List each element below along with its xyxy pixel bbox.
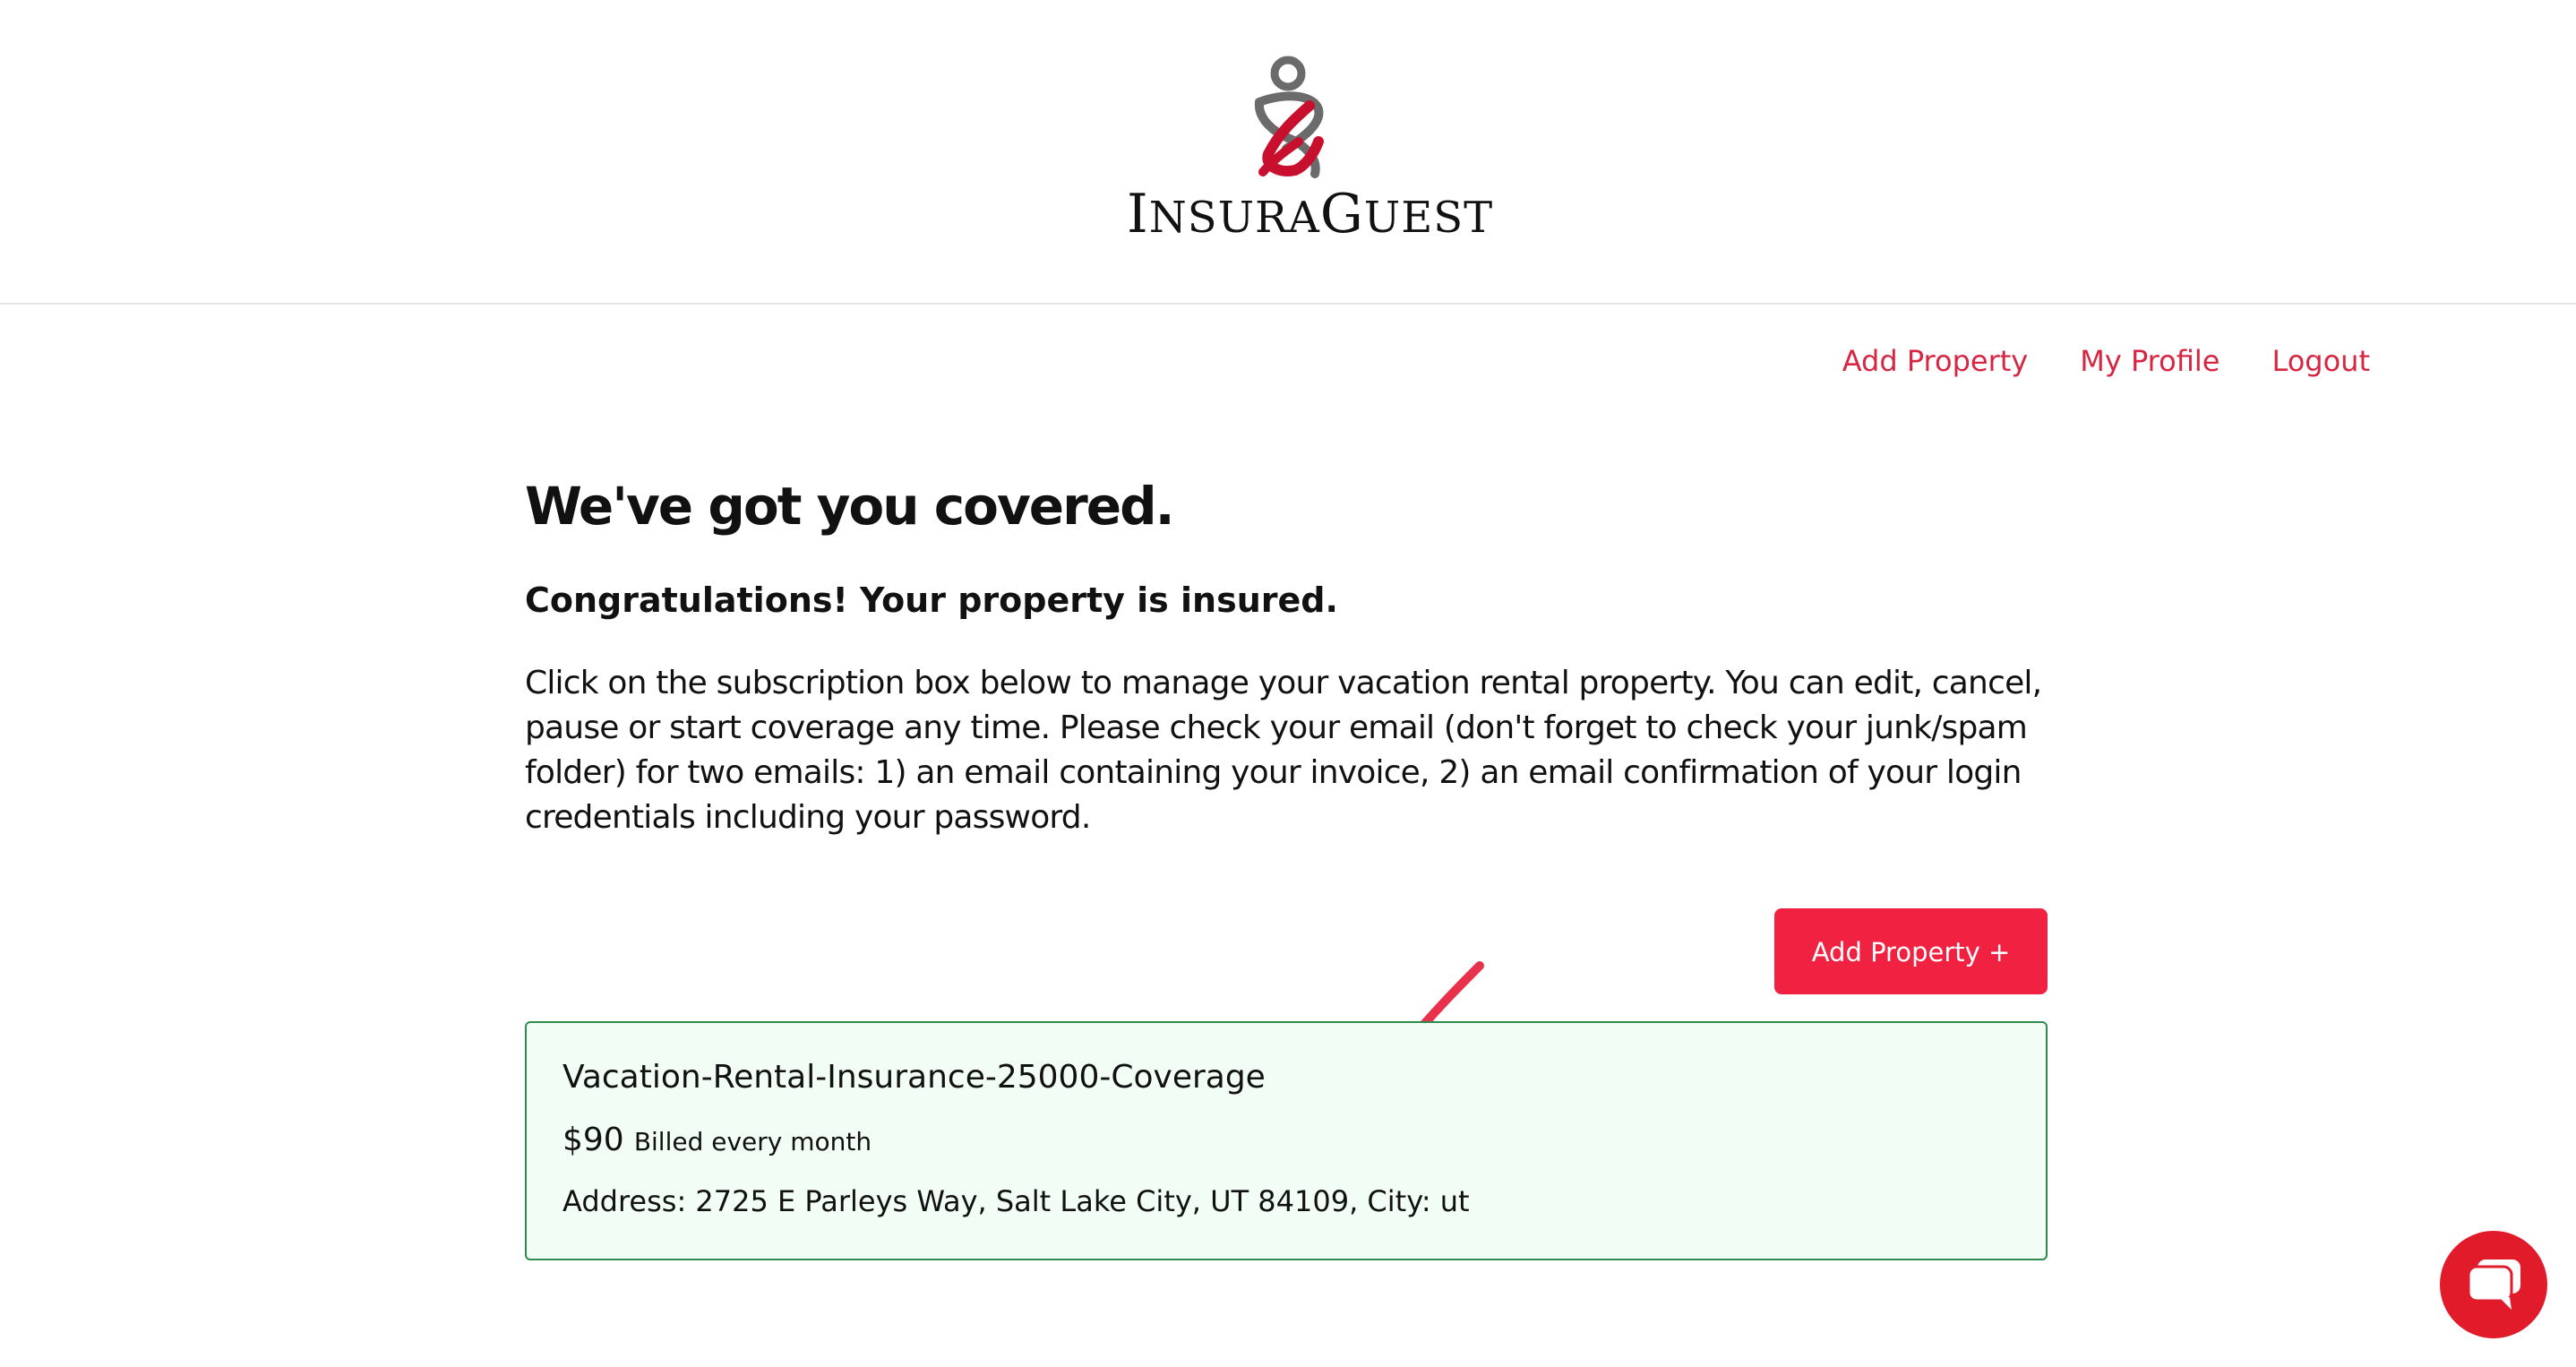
- price-amount: $90: [562, 1122, 624, 1158]
- insuraguest-logo[interactable]: INSURAGUEST: [1127, 56, 1494, 245]
- billing-frequency: Billed every month: [633, 1127, 872, 1156]
- main-content: We've got you covered. Congratulations! …: [525, 466, 2048, 840]
- confirmation-subtitle: Congratulations! Your property is insure…: [525, 580, 1338, 620]
- nav-logout-link[interactable]: Logout: [2271, 344, 2370, 378]
- site-header: INSURAGUEST: [0, 0, 2576, 305]
- logo-mark-icon: [1254, 56, 1324, 178]
- plan-name: Vacation-Rental-Insurance-25000-Coverage: [562, 1059, 1266, 1096]
- logo-wordmark: INSURAGUEST: [1127, 183, 1494, 245]
- add-property-button[interactable]: Add Property +: [1774, 908, 2048, 994]
- page-title: We've got you covered.: [525, 476, 1175, 537]
- top-nav: Add Property My Profile Logout: [1842, 344, 2370, 378]
- price-line: $90 Billed every month: [562, 1122, 872, 1158]
- property-address: Address: 2725 E Parleys Way, Salt Lake C…: [562, 1184, 1470, 1218]
- nav-add-property-link[interactable]: Add Property: [1842, 344, 2029, 378]
- nav-my-profile-link[interactable]: My Profile: [2080, 344, 2220, 378]
- chat-launcher-button[interactable]: [2440, 1231, 2547, 1338]
- chat-bubble-icon: [2467, 1260, 2520, 1310]
- subscription-card[interactable]: Vacation-Rental-Insurance-25000-Coverage…: [525, 1021, 2048, 1260]
- instructions-paragraph: Click on the subscription box below to m…: [525, 665, 2042, 836]
